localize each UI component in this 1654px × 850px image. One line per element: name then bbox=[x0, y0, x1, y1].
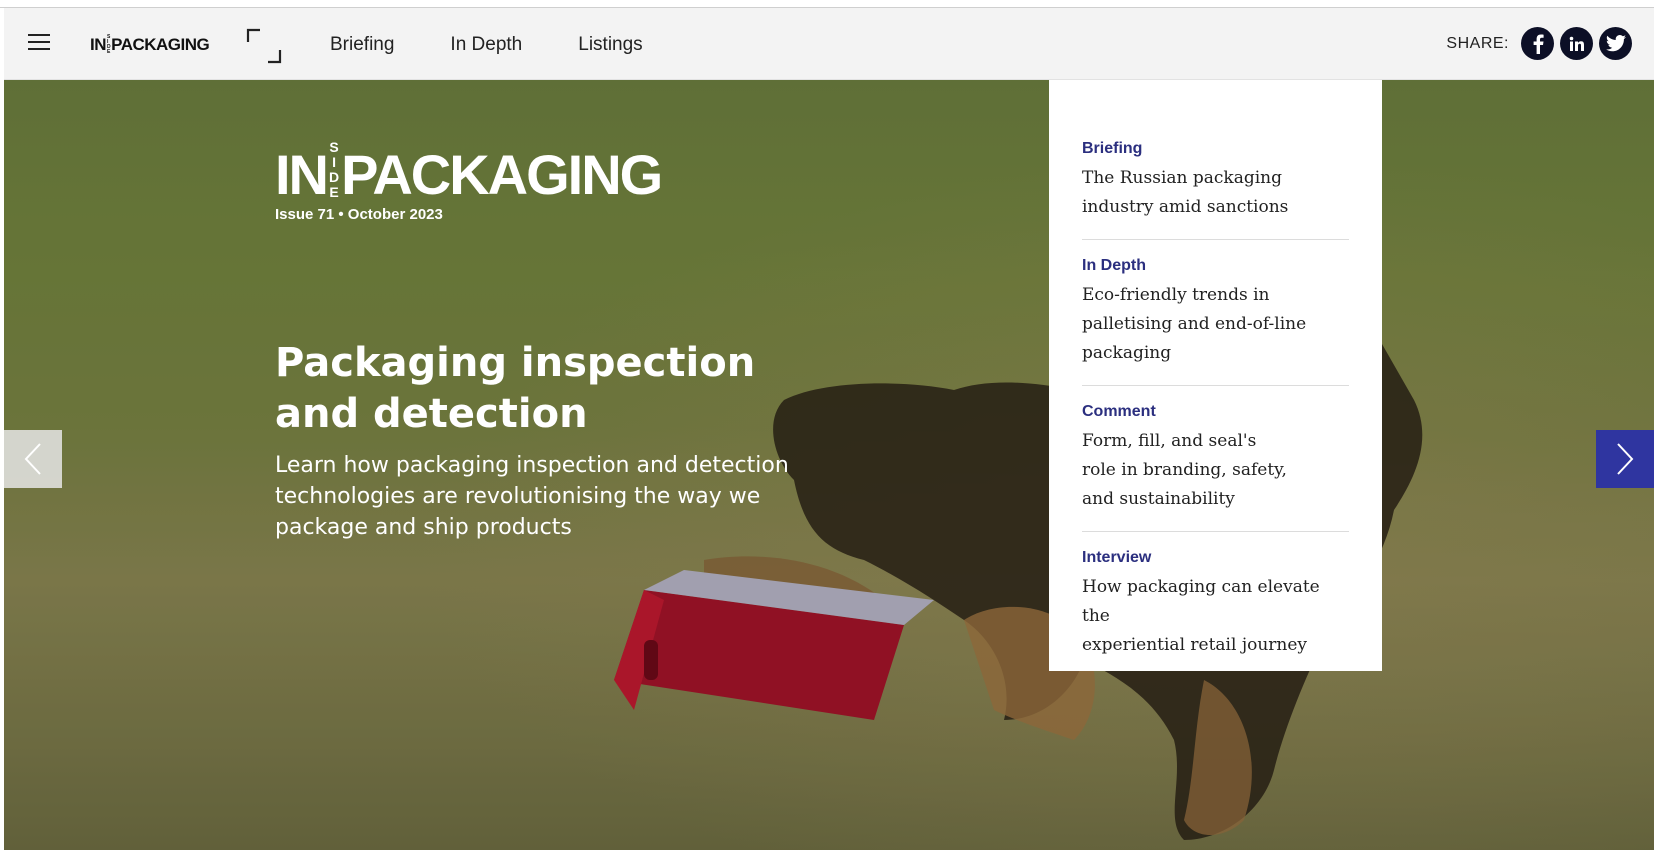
logo-side-letter: I bbox=[332, 154, 336, 170]
logo-side-letter: E bbox=[329, 184, 339, 200]
hero-logo-in: IN bbox=[275, 143, 329, 206]
panel-title: How packaging can elevate the experienti… bbox=[1082, 577, 1320, 655]
linkedin-icon[interactable] bbox=[1560, 27, 1593, 60]
panel-category: In Depth bbox=[1082, 257, 1146, 274]
hero-logo-packaging: PACKAGING bbox=[341, 143, 663, 206]
logo-side-letter: D bbox=[329, 169, 340, 185]
hero-logo-side: SIDE bbox=[329, 140, 339, 200]
hero-logo: IN SIDE PACKAGING Issue 71 • October 202… bbox=[275, 140, 663, 224]
hero-subline: Learn how packaging inspection and detec… bbox=[275, 453, 789, 540]
nav-in-depth[interactable]: In Depth bbox=[450, 34, 522, 56]
panel-item-comment[interactable]: Comment Form, fill, and seal's role in b… bbox=[1082, 403, 1349, 532]
logo-side-letter: E bbox=[107, 49, 110, 55]
share-bar: SHARE: bbox=[1446, 27, 1632, 60]
issue-label: Issue 71 • October 2023 bbox=[275, 206, 443, 223]
menu-icon[interactable] bbox=[28, 34, 56, 54]
main-nav: Briefing In Depth Listings bbox=[330, 34, 699, 56]
fullscreen-icon[interactable] bbox=[246, 28, 282, 64]
panel-item-interview[interactable]: Interview How packaging can elevate the … bbox=[1082, 549, 1349, 677]
panel-category: Comment bbox=[1082, 403, 1156, 420]
nav-briefing[interactable]: Briefing bbox=[330, 34, 394, 56]
panel-title: Form, fill, and seal's role in branding,… bbox=[1082, 431, 1287, 509]
top-border bbox=[0, 0, 1654, 8]
issue-contents-panel: Briefing The Russian packaging industry … bbox=[1049, 80, 1382, 671]
next-slide-button[interactable] bbox=[1596, 430, 1654, 488]
panel-title: The Russian packaging industry amid sanc… bbox=[1082, 168, 1289, 217]
site-header: IN SIDE PACKAGING Briefing In Depth List… bbox=[4, 8, 1654, 80]
twitter-icon[interactable] bbox=[1599, 27, 1632, 60]
logo-packaging: PACKAGING bbox=[111, 35, 210, 54]
panel-category: Briefing bbox=[1082, 140, 1143, 157]
panel-item-briefing[interactable]: Briefing The Russian packaging industry … bbox=[1082, 140, 1349, 240]
chevron-right-icon bbox=[1617, 443, 1634, 475]
share-label: SHARE: bbox=[1446, 34, 1509, 52]
panel-title: Eco-friendly trends in palletising and e… bbox=[1082, 285, 1307, 363]
logo-side: SIDE bbox=[107, 35, 111, 55]
hero-overlay bbox=[4, 80, 1654, 850]
hero-banner: IN SIDE PACKAGING Issue 71 • October 202… bbox=[4, 80, 1654, 850]
panel-item-in-depth[interactable]: In Depth Eco-friendly trends in palletis… bbox=[1082, 257, 1349, 386]
logo-in: IN bbox=[90, 35, 107, 54]
logo-side-letter: S bbox=[329, 139, 339, 155]
previous-slide-button[interactable] bbox=[4, 430, 62, 488]
nav-listings[interactable]: Listings bbox=[578, 34, 642, 56]
site-logo[interactable]: IN SIDE PACKAGING bbox=[90, 35, 210, 55]
chevron-left-icon bbox=[24, 443, 41, 475]
facebook-icon[interactable] bbox=[1521, 27, 1554, 60]
hero-headline[interactable]: Packaging inspection and detection bbox=[275, 338, 795, 440]
panel-category: Interview bbox=[1082, 549, 1152, 566]
